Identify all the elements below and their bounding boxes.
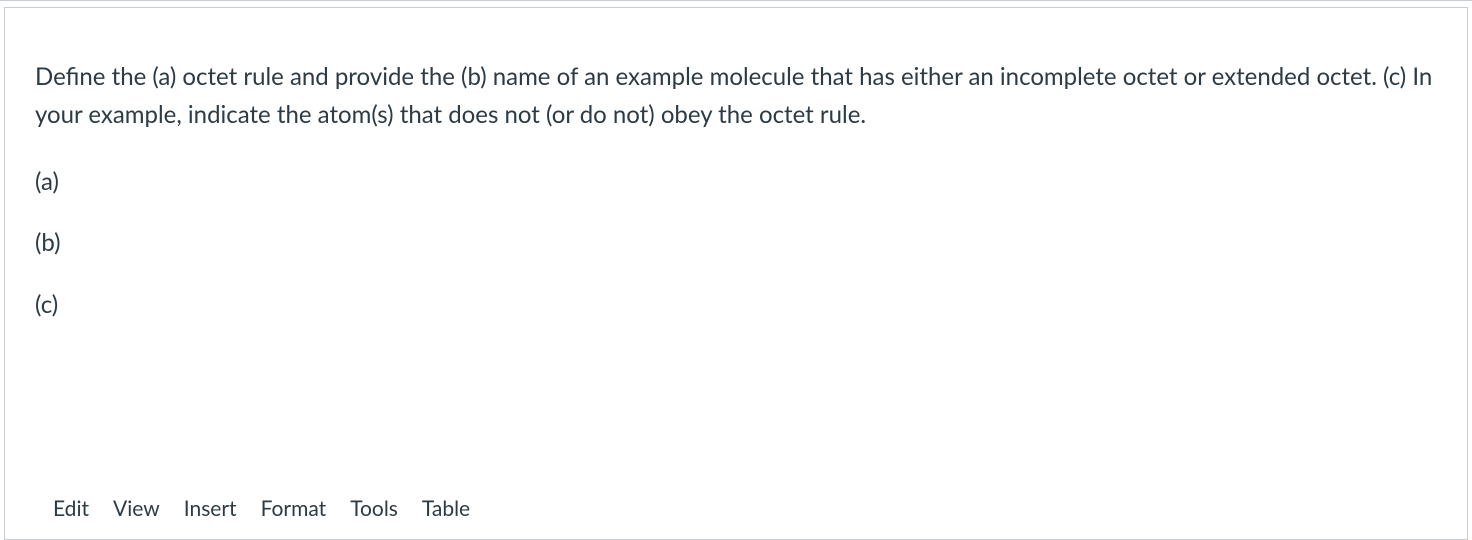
menu-format[interactable]: Format <box>261 496 327 521</box>
question-prompt: Define the (a) octet rule and provide th… <box>35 58 1437 135</box>
menu-edit[interactable]: Edit <box>53 496 89 521</box>
editor-menubar: Edit View Insert Format Tools Table <box>53 496 470 521</box>
question-box: Define the (a) octet rule and provide th… <box>4 7 1468 540</box>
menu-insert[interactable]: Insert <box>184 496 237 521</box>
menu-tools[interactable]: Tools <box>350 496 398 521</box>
part-b-label: (b) <box>35 226 1437 260</box>
part-a-label: (a) <box>35 165 1437 199</box>
question-container: Define the (a) octet rule and provide th… <box>0 0 1472 540</box>
menu-view[interactable]: View <box>113 496 160 521</box>
menu-table[interactable]: Table <box>422 496 470 521</box>
part-c-label: (c) <box>35 288 1437 322</box>
